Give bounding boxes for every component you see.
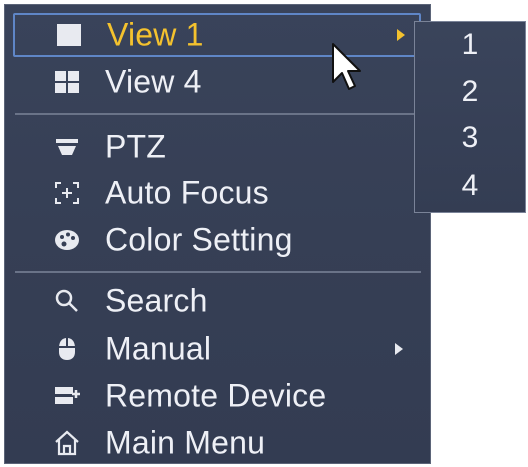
quad-view-icon <box>53 68 81 96</box>
submenu-item-4[interactable]: 4 <box>415 163 525 209</box>
menu-item-manual[interactable]: Manual <box>5 327 428 371</box>
auto-focus-icon <box>53 179 81 207</box>
submenu-item-3[interactable]: 3 <box>415 115 525 161</box>
palette-icon <box>53 226 81 254</box>
menu-item-label: View 1 <box>107 16 204 53</box>
menu-item-label: Color Setting <box>105 221 293 258</box>
view-submenu: 1 2 3 4 <box>414 21 526 213</box>
menu-item-label: Manual <box>105 330 212 367</box>
submenu-item-2[interactable]: 2 <box>415 69 525 115</box>
search-icon <box>53 287 81 315</box>
menu-item-label: Auto Focus <box>105 174 269 211</box>
menu-item-ptz[interactable]: PTZ <box>5 125 428 169</box>
single-view-icon <box>55 21 83 49</box>
submenu-arrow-icon <box>395 343 403 355</box>
menu-item-search[interactable]: Search <box>5 279 428 323</box>
menu-item-color-setting[interactable]: Color Setting <box>5 218 428 262</box>
submenu-item-1[interactable]: 1 <box>415 22 525 68</box>
menu-item-main-menu[interactable]: Main Menu <box>5 421 428 465</box>
menu-item-label: PTZ <box>105 128 167 165</box>
home-icon <box>53 429 81 457</box>
mouse-icon <box>53 335 81 363</box>
menu-item-label: Search <box>105 282 208 319</box>
context-menu: View 1 View 4 PTZ Auto Focus Color Setti… <box>4 4 431 464</box>
menu-item-remote-device[interactable]: Remote Device <box>5 374 428 418</box>
remote-device-icon <box>53 382 81 410</box>
menu-item-auto-focus[interactable]: Auto Focus <box>5 171 428 215</box>
ptz-camera-icon <box>53 133 81 161</box>
mouse-pointer-icon <box>330 42 366 98</box>
menu-item-label: Remote Device <box>105 377 327 414</box>
menu-item-label: Main Menu <box>105 424 266 461</box>
submenu-arrow-icon <box>397 29 405 41</box>
menu-item-label: View 4 <box>105 63 202 100</box>
menu-divider <box>15 113 421 115</box>
menu-divider <box>15 271 421 273</box>
